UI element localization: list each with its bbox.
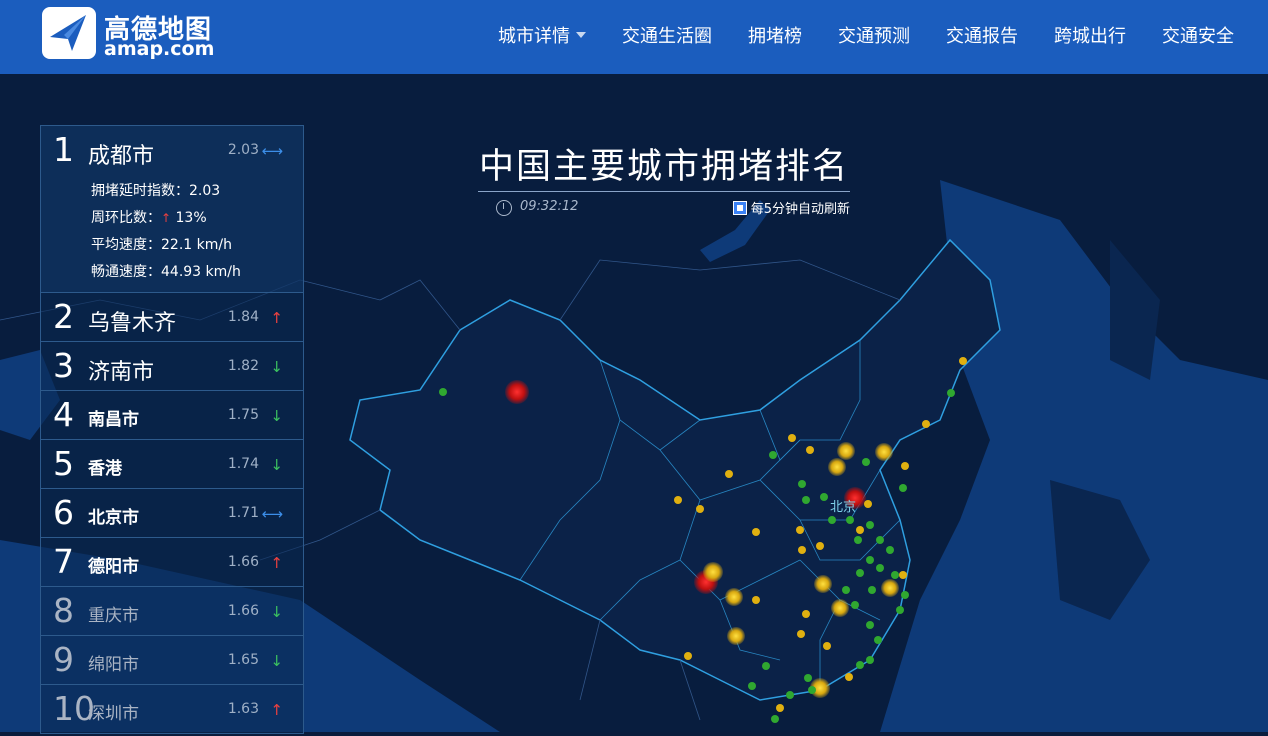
- city-name: 北京市: [88, 508, 139, 528]
- markers-yellow-small: [674, 357, 967, 712]
- amap-logo[interactable]: 高德地图 amap.com: [42, 7, 215, 63]
- ranking-row[interactable]: 5 香港 1.74 ↓: [41, 440, 303, 489]
- ranking-row[interactable]: 7 德阳市 1.66 ↑: [41, 538, 303, 587]
- title-meta: 09:32:12 每5分钟自动刷新: [478, 198, 850, 224]
- top-navigation-bar: 高德地图 amap.com 城市详情 交通生活圈 拥堵榜 交通预测 交通报告 跨…: [0, 0, 1268, 75]
- rank-number: 8: [53, 591, 74, 630]
- auto-refresh-label: 每5分钟自动刷新: [750, 202, 850, 217]
- congestion-index: 1.65: [227, 652, 259, 668]
- map-label-beijing: 北京: [830, 500, 857, 515]
- marker-yellow: [725, 588, 743, 606]
- congestion-ranking-list: 1 成都市 2.03 ⟷ 拥堵延时指数：2.03 周环比数：↑ 13% 平均速度…: [40, 125, 304, 734]
- trend-up-icon: ↑: [270, 701, 283, 719]
- marker-yellow: [837, 442, 855, 460]
- city-name: 德阳市: [88, 557, 139, 577]
- congestion-index: 1.63: [227, 701, 259, 717]
- auto-refresh-toggle[interactable]: 每5分钟自动刷新: [732, 198, 850, 217]
- marker-yellow: [881, 579, 899, 597]
- ranking-row[interactable]: 3 济南市 1.82 ↓: [41, 342, 303, 391]
- marker-yellow: [727, 627, 745, 645]
- nav-congestion-ranking[interactable]: 拥堵榜: [748, 22, 802, 48]
- title-panel: 中国主要城市拥堵排名 09:32:12 每5分钟自动刷新: [478, 138, 850, 224]
- rank-number: 3: [53, 346, 74, 385]
- marker-yellow: [814, 575, 832, 593]
- city-name: 乌鲁木齐: [88, 311, 177, 336]
- city-name: 成都市: [88, 144, 155, 169]
- update-time: 09:32:12: [520, 199, 579, 214]
- rank-number: 6: [53, 493, 74, 532]
- ranking-row[interactable]: 9 绵阳市 1.65 ↓: [41, 636, 303, 685]
- nav-traffic-report[interactable]: 交通报告: [946, 22, 1018, 48]
- ranking-row[interactable]: 2 乌鲁木齐 1.84 ↑: [41, 293, 303, 342]
- nav-intercity-travel[interactable]: 跨城出行: [1054, 22, 1126, 48]
- logo-text-en: amap.com: [104, 38, 215, 60]
- detail-weekly-change: 周环比数：↑ 13%: [91, 210, 207, 226]
- ranking-row[interactable]: 10 深圳市 1.63 ↑: [41, 685, 303, 733]
- congestion-index: 1.66: [227, 603, 259, 619]
- rank-number: 4: [53, 395, 74, 434]
- clock-icon: [496, 200, 512, 216]
- nav-label: 城市详情: [498, 26, 570, 47]
- markers-green: [439, 388, 955, 723]
- trend-down-icon: ↓: [270, 358, 283, 376]
- congestion-index: 1.82: [227, 358, 259, 374]
- detail-delay-index: 拥堵延时指数：2.03: [91, 183, 221, 199]
- city-name: 重庆市: [88, 606, 139, 626]
- nav-city-details[interactable]: 城市详情: [498, 22, 586, 48]
- marker-yellow: [831, 599, 849, 617]
- main-nav: 城市详情 交通生活圈 拥堵榜 交通预测 交通报告 跨城出行 交通安全: [462, 0, 1234, 70]
- congestion-index: 1.75: [227, 407, 259, 423]
- ranking-row[interactable]: 6 北京市 1.71 ⟷: [41, 489, 303, 538]
- trend-down-icon: ↓: [270, 652, 283, 670]
- nav-traffic-forecast[interactable]: 交通预测: [838, 22, 910, 48]
- congestion-index: 1.66: [227, 554, 259, 570]
- trend-flat-icon: ⟷: [261, 142, 283, 160]
- page-title: 中国主要城市拥堵排名: [478, 138, 850, 192]
- checkbox-icon[interactable]: [732, 200, 747, 215]
- congestion-index: 1.84: [227, 309, 259, 325]
- trend-down-icon: ↓: [270, 603, 283, 621]
- city-name: 绵阳市: [88, 655, 139, 675]
- trend-up-icon: ↑: [270, 309, 283, 327]
- congestion-index: 1.71: [227, 505, 259, 521]
- paper-plane-icon: [42, 7, 96, 59]
- rank-number: 2: [53, 297, 74, 336]
- trend-flat-icon: ⟷: [261, 505, 283, 523]
- ranking-row[interactable]: 4 南昌市 1.75 ↓: [41, 391, 303, 440]
- marker-red: [505, 380, 529, 404]
- ranking-row[interactable]: 8 重庆市 1.66 ↓: [41, 587, 303, 636]
- detail-free-speed: 畅通速度：44.93 km/h: [91, 264, 241, 280]
- trend-down-icon: ↓: [270, 456, 283, 474]
- city-name: 深圳市: [88, 704, 139, 724]
- rank-number: 5: [53, 444, 74, 483]
- nav-traffic-safety[interactable]: 交通安全: [1162, 22, 1234, 48]
- congestion-index: 2.03: [227, 142, 259, 158]
- nav-traffic-life-circle[interactable]: 交通生活圈: [622, 22, 712, 48]
- marker-yellow: [828, 458, 846, 476]
- trend-down-icon: ↓: [270, 407, 283, 425]
- chevron-down-icon: [576, 32, 586, 38]
- city-name: 香港: [88, 459, 122, 479]
- rank-number: 7: [53, 542, 74, 581]
- trend-up-icon: ↑: [270, 554, 283, 572]
- congestion-index: 1.74: [227, 456, 259, 472]
- marker-yellow: [875, 443, 893, 461]
- ranking-row[interactable]: 1 成都市 2.03 ⟷ 拥堵延时指数：2.03 周环比数：↑ 13% 平均速度…: [41, 126, 303, 293]
- marker-yellow: [703, 562, 723, 582]
- arrow-up-icon: ↑: [161, 211, 172, 225]
- city-name: 济南市: [88, 360, 155, 385]
- rank-number: 9: [53, 640, 74, 679]
- city-detail: 拥堵延时指数：2.03 周环比数：↑ 13% 平均速度：22.1 km/h 畅通…: [91, 178, 241, 286]
- detail-avg-speed: 平均速度：22.1 km/h: [91, 237, 232, 253]
- rank-number: 1: [53, 130, 74, 169]
- city-name: 南昌市: [88, 410, 139, 430]
